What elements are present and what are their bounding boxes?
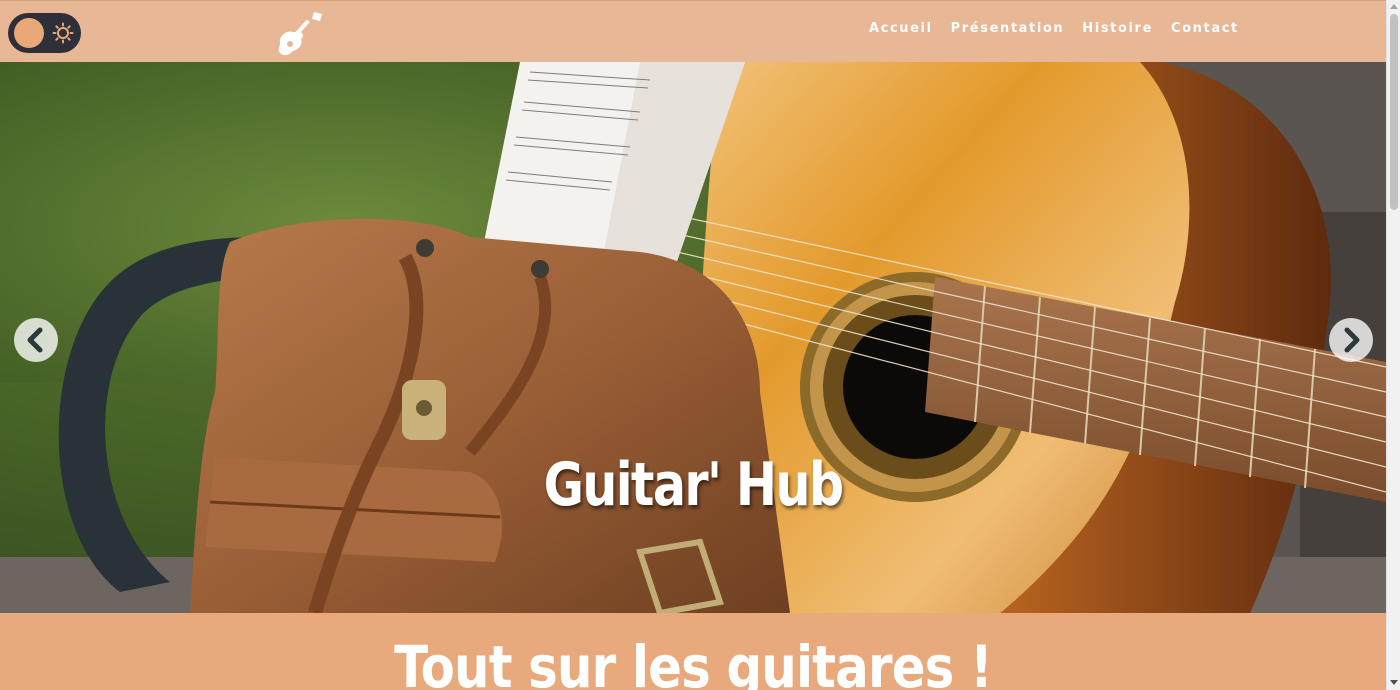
sun-icon [52,22,74,44]
scroll-down-arrow-icon[interactable] [1390,680,1398,685]
nav-accueil[interactable]: Accueil [869,21,933,36]
chevron-left-icon [27,327,43,353]
toggle-knob [14,18,44,48]
nav-contact[interactable]: Contact [1171,21,1239,36]
section-title: Tout sur les guitares ! [394,633,993,690]
hero-carousel: Guitar' Hub [0,62,1386,613]
page: Accueil Présentation Histoire Contact Gu… [0,0,1386,690]
main-nav: Accueil Présentation Histoire Contact [869,21,1239,36]
scroll-thumb[interactable] [1390,14,1398,210]
page-scrollbar[interactable] [1386,0,1400,690]
nav-presentation[interactable]: Présentation [951,21,1065,36]
nav-histoire[interactable]: Histoire [1082,21,1153,36]
theme-toggle[interactable] [8,13,81,53]
chevron-right-icon [1344,327,1360,353]
hero-title: Guitar' Hub [543,450,844,520]
scroll-up-arrow-icon[interactable] [1390,4,1398,9]
carousel-prev-button[interactable] [14,318,58,362]
intro-band: Tout sur les guitares ! [0,613,1386,690]
carousel-next-button[interactable] [1329,318,1373,362]
top-navbar: Accueil Présentation Histoire Contact [0,0,1386,62]
guitar-icon[interactable] [276,10,326,58]
hero-photo [0,62,1386,613]
